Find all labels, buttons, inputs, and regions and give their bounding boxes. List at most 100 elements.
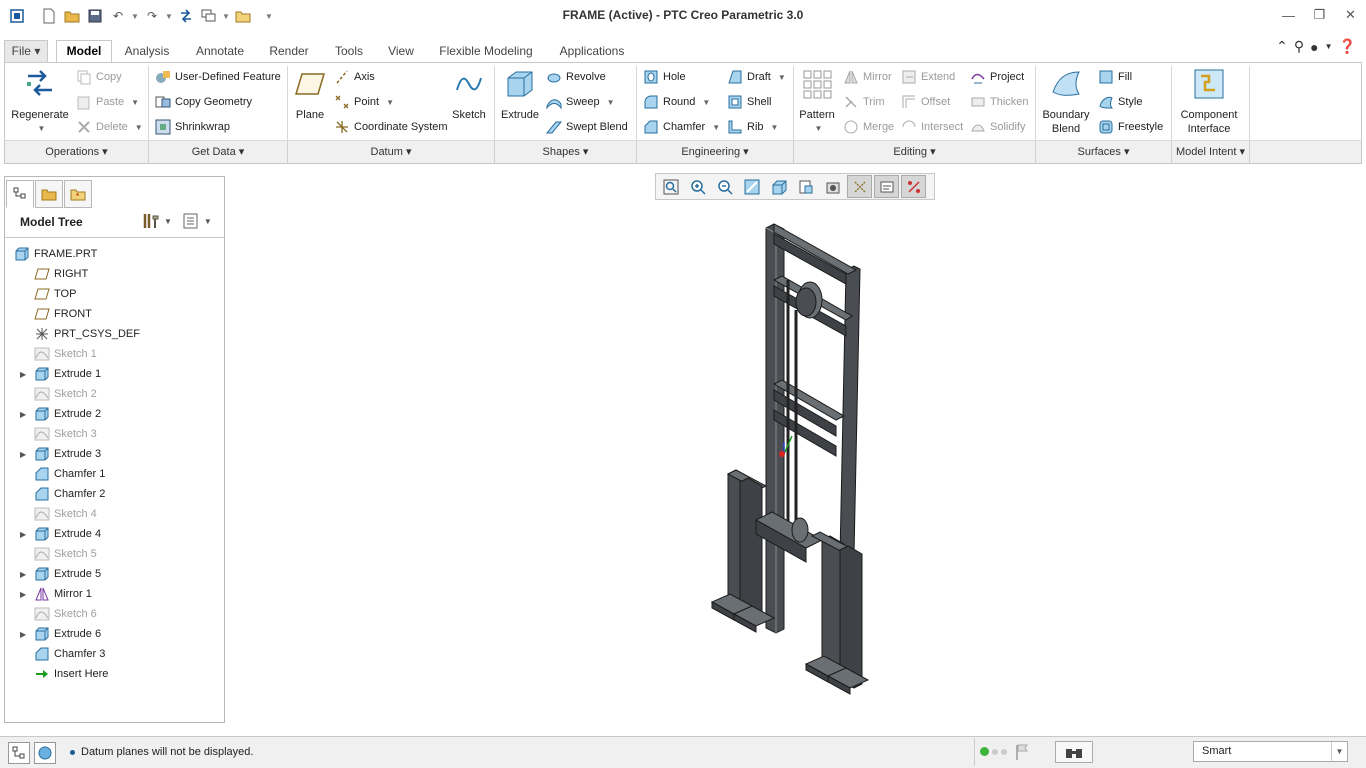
tree-item[interactable]: Chamfer 3 (14, 644, 219, 664)
toggle-navigator-icon[interactable] (8, 742, 30, 764)
tree-item[interactable]: Sketch 5 (14, 544, 219, 564)
community-dropdown-icon[interactable]: ▼ (1325, 42, 1333, 51)
saved-orientations-icon[interactable] (793, 175, 818, 198)
style-button[interactable]: Style (1098, 94, 1142, 110)
help-icon[interactable]: ❓ (1339, 38, 1356, 55)
expand-icon[interactable]: ▶ (20, 590, 34, 599)
tree-filter-dropdown-icon[interactable]: ▼ (204, 217, 212, 226)
extrude-button[interactable]: Extrude (498, 68, 542, 122)
tree-item[interactable]: ▶ Extrude 2 (14, 404, 219, 424)
expand-icon[interactable]: ▶ (20, 450, 34, 459)
boundary-blend-button[interactable]: Boundary Blend (1040, 68, 1092, 136)
point-button[interactable]: Point ▼ (334, 94, 394, 110)
tree-item[interactable]: Insert Here (14, 664, 219, 684)
draft-button[interactable]: Draft ▼ (727, 69, 786, 85)
refit-icon[interactable] (658, 175, 683, 198)
group-shapes[interactable]: Shapes ▾ (495, 141, 637, 164)
tab-flexible-modeling[interactable]: Flexible Modeling (428, 40, 544, 62)
tab-analysis[interactable]: Analysis (113, 40, 181, 62)
tree-item[interactable]: ▶ Extrude 6 (14, 624, 219, 644)
thicken-button[interactable]: Thicken (970, 94, 1029, 110)
axis-button[interactable]: Axis (334, 69, 375, 85)
tree-item[interactable]: ▶ Extrude 4 (14, 524, 219, 544)
view-manager-icon[interactable] (820, 175, 845, 198)
tab-file[interactable]: File ▾ (4, 40, 48, 62)
tree-item[interactable]: Sketch 6 (14, 604, 219, 624)
expand-icon[interactable]: ▶ (20, 530, 34, 539)
tree-item[interactable]: PRT_CSYS_DEF (14, 324, 219, 344)
merge-button[interactable]: Merge (843, 119, 894, 135)
component-interface-button[interactable]: Component Interface (1176, 68, 1242, 136)
model-tree-tab[interactable] (6, 180, 34, 208)
toggle-browser-icon[interactable] (34, 742, 56, 764)
tree-item[interactable]: Chamfer 1 (14, 464, 219, 484)
delete-button[interactable]: Delete ▼ (76, 119, 143, 135)
flag-icon[interactable] (1014, 743, 1030, 761)
tab-applications[interactable]: Applications (546, 40, 638, 62)
tree-item[interactable]: Sketch 4 (14, 504, 219, 524)
sweep-button[interactable]: Sweep ▼ (546, 94, 615, 110)
round-button[interactable]: Round ▼ (643, 94, 710, 110)
favorites-tab[interactable]: * (64, 180, 92, 208)
datum-display-filters-icon[interactable] (847, 175, 872, 198)
tab-model[interactable]: Model (56, 40, 112, 63)
chevron-down-icon[interactable]: ▼ (1331, 742, 1347, 761)
tree-item[interactable]: FRONT (14, 304, 219, 324)
zoom-in-icon[interactable] (685, 175, 710, 198)
tab-view[interactable]: View (378, 40, 424, 62)
tree-item[interactable]: Sketch 3 (14, 424, 219, 444)
udf-button[interactable]: User-Defined Feature (155, 69, 281, 85)
minimize-icon[interactable]: — (1273, 4, 1304, 26)
tree-item[interactable]: ▶ Extrude 3 (14, 444, 219, 464)
shell-button[interactable]: Shell (727, 94, 771, 110)
expand-icon[interactable]: ▶ (20, 370, 34, 379)
tree-item[interactable]: RIGHT (14, 264, 219, 284)
spin-center-icon[interactable] (901, 175, 926, 198)
folder-browser-tab[interactable] (35, 180, 63, 208)
collapse-ribbon-icon[interactable]: ⌃ (1276, 38, 1288, 55)
sketch-button[interactable]: Sketch (449, 68, 489, 122)
hole-button[interactable]: Hole (643, 69, 686, 85)
group-model-intent[interactable]: Model Intent ▾ (1172, 141, 1250, 164)
group-datum[interactable]: Datum ▾ (288, 141, 495, 164)
tree-settings-icon[interactable] (142, 212, 160, 230)
tree-filter-icon[interactable] (182, 212, 200, 230)
copy-geometry-button[interactable]: Copy Geometry (155, 94, 252, 110)
tree-item[interactable]: ▶ Extrude 1 (14, 364, 219, 384)
offset-button[interactable]: Offset (901, 94, 950, 110)
annotation-display-icon[interactable] (874, 175, 899, 198)
display-style-icon[interactable] (766, 175, 791, 198)
paste-button[interactable]: Paste ▼ (76, 94, 139, 110)
fill-button[interactable]: Fill (1098, 69, 1132, 85)
chamfer-button[interactable]: Chamfer ▼ (643, 119, 720, 135)
group-get-data[interactable]: Get Data ▾ (149, 141, 288, 164)
pattern-button[interactable]: Pattern ▼ (798, 68, 836, 136)
extend-button[interactable]: Extend (901, 69, 955, 85)
community-icon[interactable]: ● (1310, 39, 1318, 55)
tree-item[interactable]: ▶ Mirror 1 (14, 584, 219, 604)
tree-item[interactable]: TOP (14, 284, 219, 304)
selection-filter-select[interactable]: Smart ▼ (1193, 741, 1348, 762)
solidify-button[interactable]: Solidify (970, 119, 1025, 135)
tree-settings-dropdown-icon[interactable]: ▼ (164, 217, 172, 226)
restore-icon[interactable]: ❐ (1304, 4, 1335, 26)
freestyle-button[interactable]: Freestyle (1098, 119, 1163, 135)
regen-status-icon[interactable] (980, 747, 1007, 756)
repaint-icon[interactable] (739, 175, 764, 198)
rib-button[interactable]: Rib ▼ (727, 119, 778, 135)
intersect-button[interactable]: Intersect (901, 119, 963, 135)
tab-tools[interactable]: Tools (322, 40, 376, 62)
tree-item[interactable]: Sketch 1 (14, 344, 219, 364)
regenerate-button[interactable]: Regenerate ▼ (10, 68, 70, 136)
tree-item[interactable]: Chamfer 2 (14, 484, 219, 504)
search-icon[interactable]: ⚲ (1294, 38, 1304, 55)
shrinkwrap-button[interactable]: Shrinkwrap (155, 119, 230, 135)
expand-icon[interactable]: ▶ (20, 570, 34, 579)
revolve-button[interactable]: Revolve (546, 69, 606, 85)
tree-item[interactable]: ▶ Extrude 5 (14, 564, 219, 584)
close-icon[interactable]: ✕ (1335, 4, 1366, 26)
mirror-button[interactable]: Mirror (843, 69, 892, 85)
group-engineering[interactable]: Engineering ▾ (637, 141, 794, 164)
copy-button[interactable]: Copy (76, 69, 122, 85)
tree-item[interactable]: FRAME.PRT (14, 244, 219, 264)
